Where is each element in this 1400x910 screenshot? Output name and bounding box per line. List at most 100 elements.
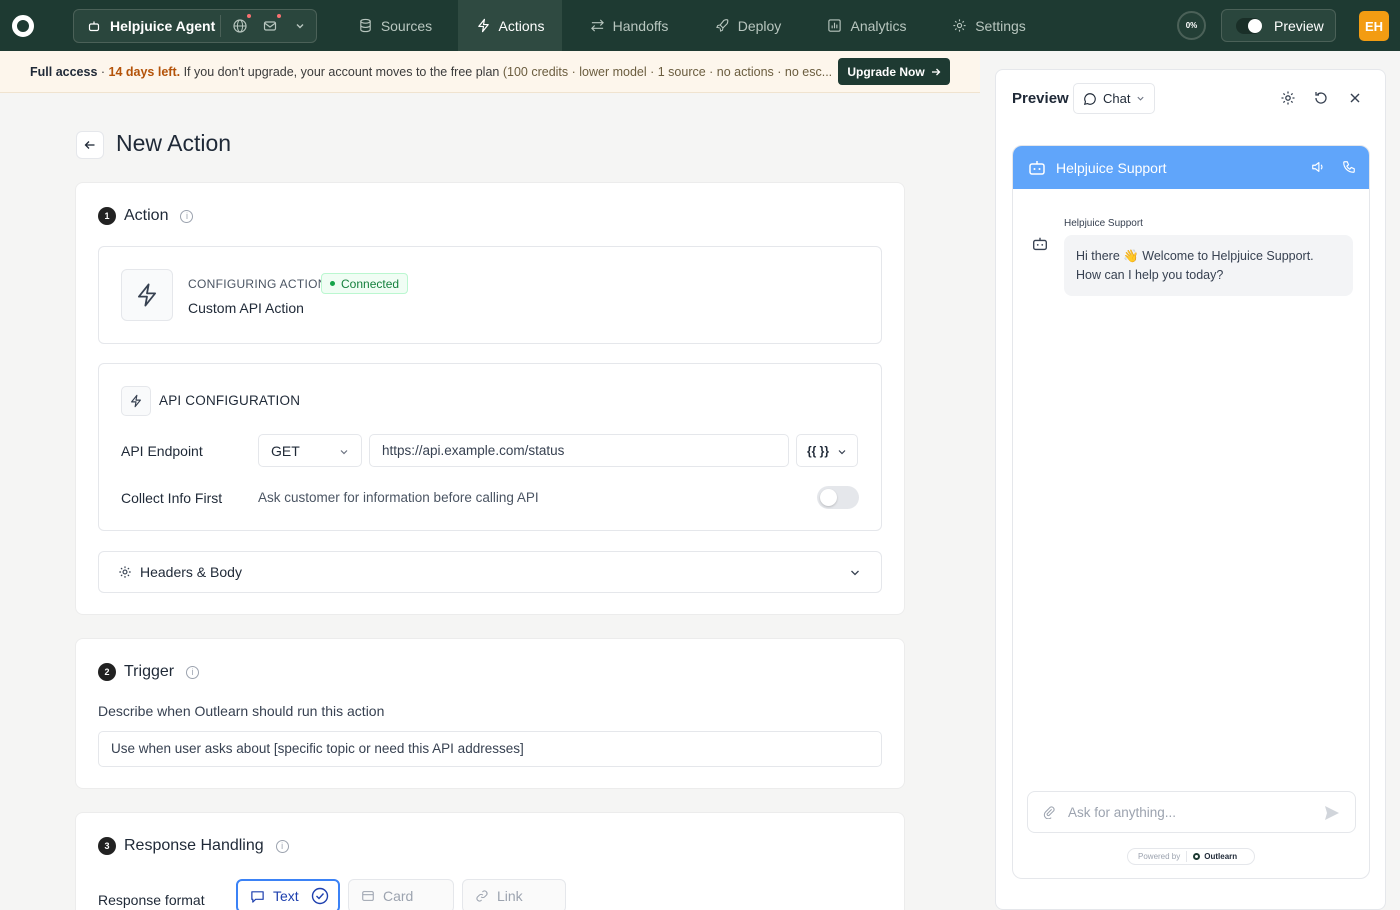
info-icon[interactable]: i — [180, 209, 194, 223]
variable-insert-button[interactable]: {{ }} — [796, 434, 858, 467]
arrow-right-icon — [931, 68, 941, 75]
bolt-icon — [121, 386, 151, 416]
action-name: Custom API Action — [188, 300, 304, 316]
nav-settings-label: Settings — [975, 17, 1026, 34]
bot-icon — [1029, 160, 1045, 175]
powered-by-badge[interactable]: Powered by Outlearn — [1127, 848, 1255, 865]
collect-info-description: Ask customer for information before call… — [258, 490, 539, 505]
check-circle-icon — [311, 887, 328, 905]
format-card-button[interactable]: Card — [348, 879, 454, 910]
paperclip-icon[interactable] — [1042, 805, 1056, 819]
banner-details: (100 credits · lower model · 1 source · … — [502, 64, 833, 79]
nav-sources-label: Sources — [380, 17, 433, 34]
chat-input[interactable]: Ask for anything... — [1027, 791, 1356, 833]
nav-settings[interactable]: Settings — [940, 0, 1038, 51]
nav-handoffs[interactable]: Handoffs — [576, 0, 682, 51]
refresh-icon[interactable] — [1313, 90, 1329, 106]
upgrade-label: Upgrade Now — [847, 64, 925, 79]
agent-selector[interactable]: Helpjuice Agent — [73, 9, 317, 43]
bot-icon — [86, 18, 102, 34]
trigger-card: 2 Trigger i Describe when Outlearn shoul… — [75, 638, 905, 789]
endpoint-label: API Endpoint — [121, 443, 203, 459]
collect-info-toggle[interactable] — [817, 486, 859, 509]
headers-body-accordion[interactable]: Headers & Body — [98, 551, 882, 593]
bolt-icon — [477, 18, 489, 33]
step-number: 1 — [98, 207, 116, 225]
trigger-step-header: 2 Trigger i — [98, 663, 200, 681]
format-text-label: Text — [273, 888, 299, 904]
nav-handoffs-label: Handoffs — [612, 17, 669, 34]
action-step-header: 1 Action i — [98, 207, 194, 225]
nav-deploy-label: Deploy — [737, 17, 782, 34]
send-icon[interactable] — [1323, 804, 1341, 822]
powered-by-text: Powered by — [1138, 852, 1181, 861]
status-text: Connected — [341, 276, 400, 291]
chat-widget: Helpjuice Support Helpjuice Support Hi t… — [1012, 145, 1370, 879]
banner-days: 14 days left. — [108, 64, 181, 79]
phone-icon[interactable] — [1342, 160, 1356, 174]
trigger-description: Describe when Outlearn should run this a… — [98, 703, 385, 719]
bot-message: Hi there 👋 Welcome to Helpjuice Support.… — [1064, 235, 1353, 296]
preview-toggle[interactable]: Preview — [1221, 9, 1336, 42]
configuring-action-box: CONFIGURING ACTION Connected Custom API … — [98, 246, 882, 344]
chat-header: Helpjuice Support — [1013, 146, 1369, 189]
arrows-icon — [590, 19, 604, 32]
preview-toggle-label: Preview — [1274, 17, 1324, 34]
message-sender: Helpjuice Support — [1064, 218, 1143, 229]
nav-actions[interactable]: Actions — [458, 0, 562, 51]
configuring-label: CONFIGURING ACTION — [188, 277, 327, 291]
close-icon[interactable] — [1347, 90, 1363, 106]
rocket-icon — [715, 19, 729, 32]
banner-message: If you don't upgrade, your account moves… — [183, 64, 500, 79]
format-text-button[interactable]: Text — [236, 879, 340, 910]
progress-indicator[interactable]: 0% — [1177, 11, 1206, 40]
response-card: 3 Response Handling i Response format Te… — [75, 812, 905, 910]
response-section-title: Response Handling — [124, 837, 264, 854]
method-value: GET — [271, 442, 300, 459]
mail-icon[interactable] — [262, 14, 281, 34]
nav-analytics[interactable]: Analytics — [814, 0, 920, 51]
status-badge: Connected — [321, 273, 409, 294]
bolt-icon — [121, 269, 173, 321]
method-select[interactable]: GET — [258, 434, 362, 467]
step-number: 2 — [98, 663, 116, 681]
action-card: 1 Action i CONFIGURING ACTION Connected … — [75, 182, 905, 615]
endpoint-url-input[interactable]: https://api.example.com/status — [369, 434, 789, 467]
globe-icon[interactable] — [232, 14, 251, 34]
gear-icon[interactable] — [1280, 90, 1296, 106]
action-section-title: Action — [124, 207, 169, 224]
database-icon — [360, 18, 371, 33]
response-step-header: 3 Response Handling i — [98, 837, 289, 855]
app-logo[interactable] — [0, 0, 46, 51]
outlearn-logo-icon — [1193, 853, 1201, 860]
nav-deploy[interactable]: Deploy — [702, 0, 794, 51]
chevron-down-icon — [1137, 96, 1145, 101]
chevron-down-icon — [340, 450, 348, 455]
top-nav: Helpjuice Agent Sources Actions Handoffs… — [0, 0, 1400, 51]
preview-mode-label: Chat — [1103, 91, 1131, 106]
brand-name: Outlearn — [1204, 852, 1238, 861]
preview-mode-select[interactable]: Chat — [1073, 83, 1155, 114]
format-card-label: Card — [383, 888, 414, 904]
preview-panel: Preview Chat Helpjuice Support Helpjuice… — [995, 69, 1386, 910]
user-avatar[interactable]: EH — [1359, 11, 1389, 41]
format-link-button[interactable]: Link — [462, 879, 566, 910]
banner-access: Full access — [30, 64, 98, 79]
nav-sources[interactable]: Sources — [345, 0, 445, 51]
trigger-section-title: Trigger — [124, 663, 175, 680]
upgrade-button[interactable]: Upgrade Now — [838, 58, 950, 85]
nav-analytics-label: Analytics — [850, 17, 907, 34]
variable-label: {{ }} — [807, 443, 830, 458]
bot-icon — [1033, 237, 1047, 251]
preview-switch[interactable] — [1236, 17, 1262, 34]
trigger-textarea[interactable]: Use when user asks about [specific topic… — [98, 731, 882, 767]
chart-icon — [828, 19, 842, 32]
info-icon[interactable]: i — [186, 665, 200, 679]
back-button[interactable] — [76, 131, 104, 159]
link-icon — [476, 890, 488, 902]
arrow-left-icon — [84, 141, 95, 149]
info-icon[interactable]: i — [275, 839, 289, 853]
trial-banner: Full access · 14 days left. If you don't… — [0, 51, 980, 93]
chevron-down-icon[interactable] — [292, 18, 308, 34]
speaker-icon[interactable] — [1311, 160, 1325, 174]
